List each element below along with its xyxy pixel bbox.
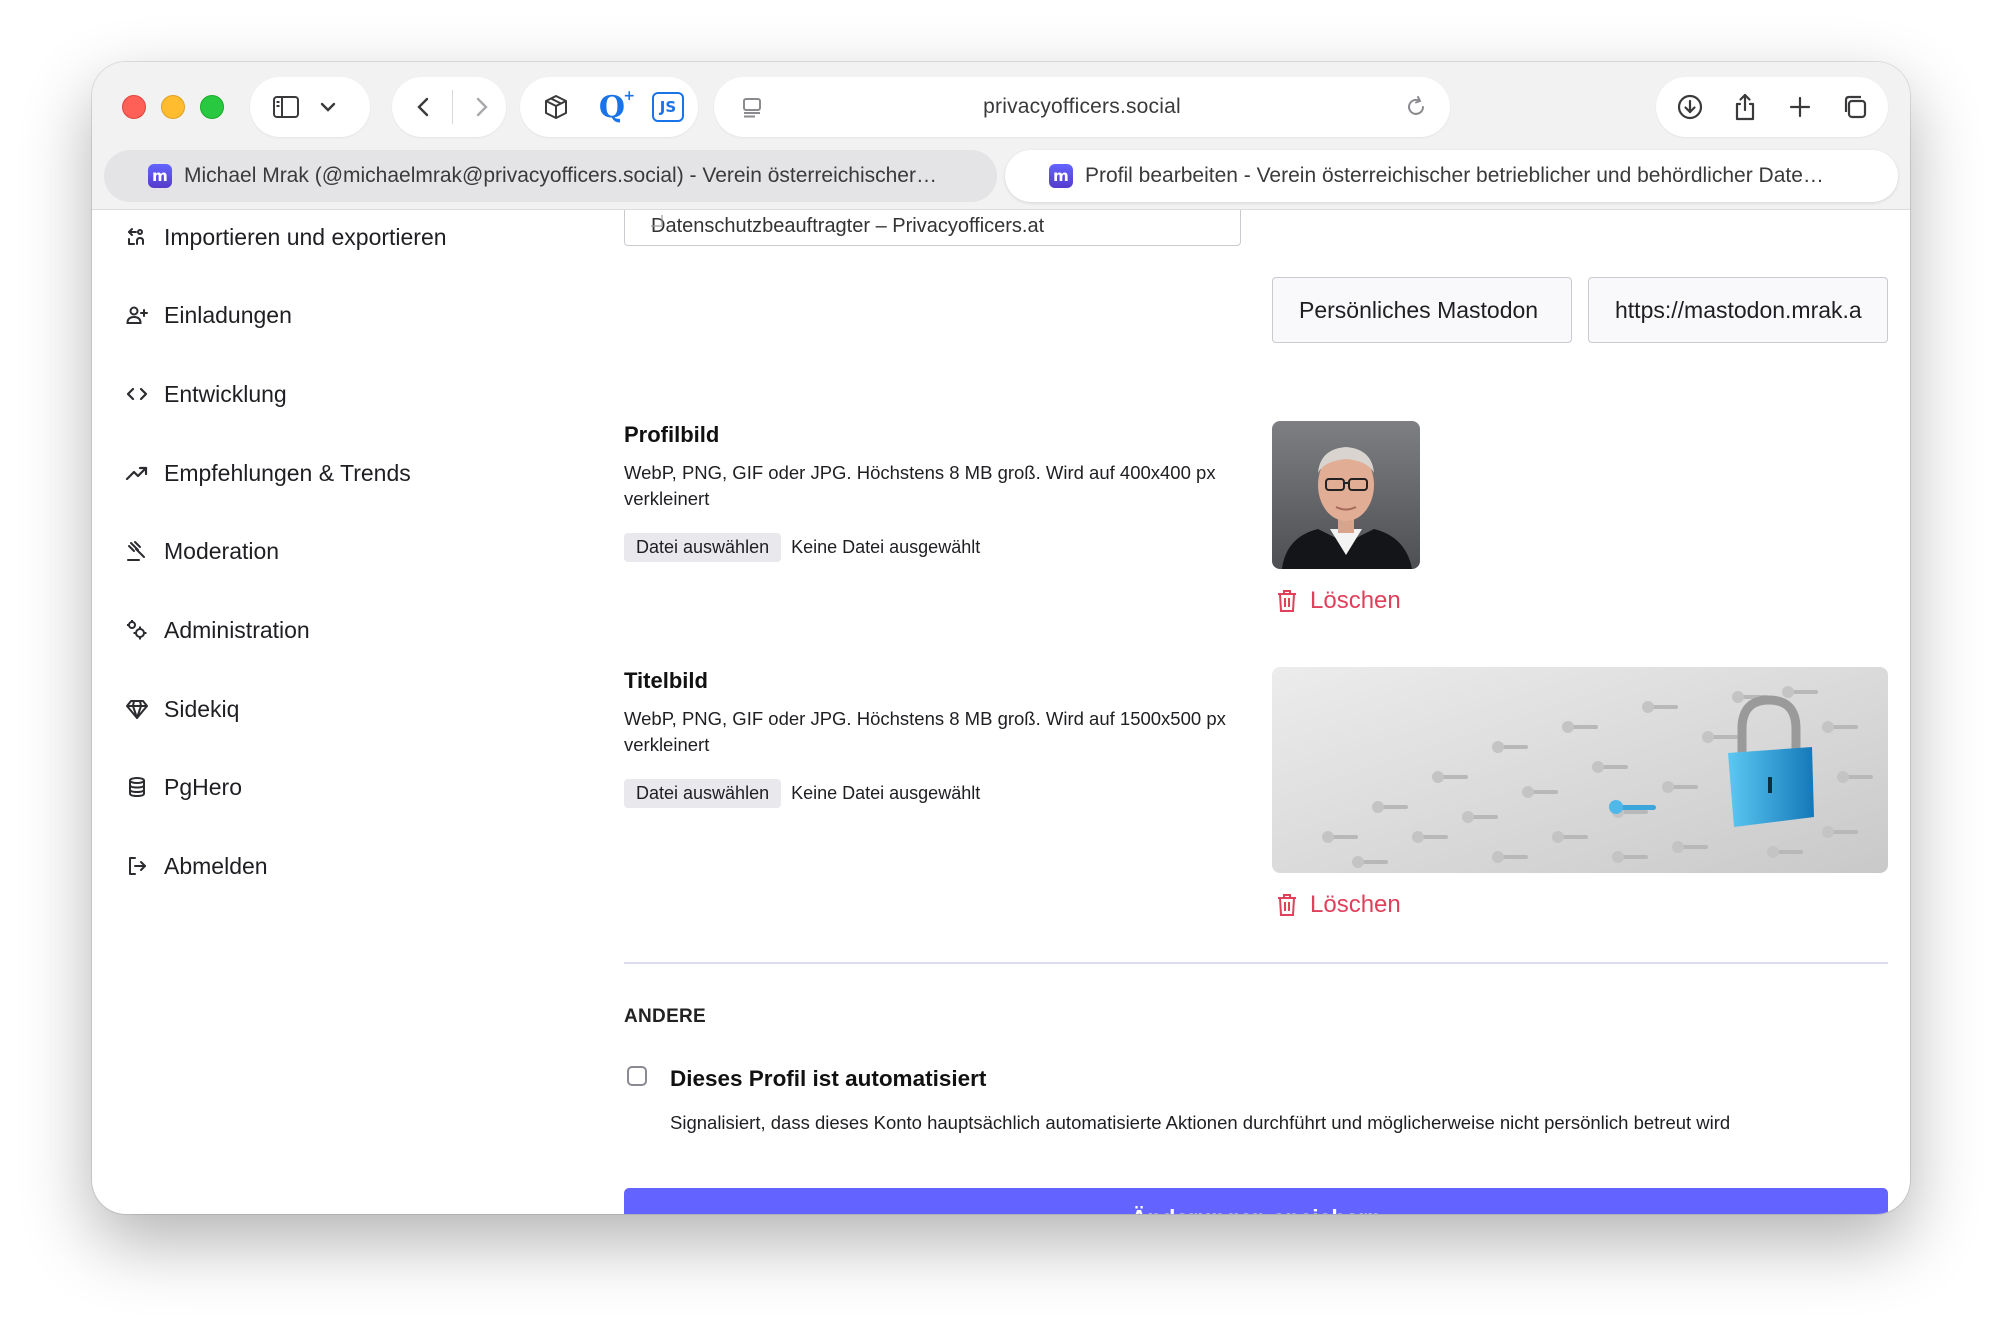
sidebar-item-invites[interactable]: Einladungen [120, 290, 292, 340]
avatar-section-title: Profilbild [624, 422, 720, 447]
header-section-title: Titelbild [624, 668, 708, 693]
tab-overview-icon[interactable] [1831, 83, 1879, 131]
sidebar-item-logout[interactable]: Abmelden [120, 841, 268, 891]
forward-icon[interactable] [457, 83, 505, 131]
mastodon-favicon-icon: m [1049, 164, 1073, 188]
minimize-window-button[interactable] [161, 95, 185, 119]
gears-icon [120, 613, 154, 647]
code-icon [120, 377, 154, 411]
download-icon[interactable] [1666, 83, 1714, 131]
avatar-file-status: Keine Datei ausgewählt [791, 537, 981, 557]
tab-title: Profil bearbeiten - Verein österreichisc… [1085, 164, 1824, 187]
js-extension-label: JS [652, 92, 684, 122]
header-file-status: Keine Datei ausgewählt [791, 783, 981, 803]
mastodon-favicon-icon: m [148, 164, 172, 188]
sidebar-item-moderation[interactable]: Moderation [120, 526, 279, 576]
sidebar-item-label: Einladungen [164, 301, 292, 328]
metadata-value-field[interactable]: https://mastodon.mrak.a [1588, 277, 1888, 343]
extensions-group: Q + JS [520, 77, 698, 137]
package-extension-icon[interactable] [532, 83, 580, 131]
logout-icon [120, 849, 154, 883]
browser-toolbar: Q + JS privacyofficers.social m Michael … [92, 62, 1910, 210]
avatar-delete-label: Löschen [1310, 587, 1401, 614]
window-controls [122, 95, 224, 119]
sidebar-item-label: Empfehlungen & Trends [164, 459, 411, 486]
q-extension-label: Q [598, 89, 626, 125]
diamond-icon [120, 692, 154, 726]
trash-icon [1278, 590, 1296, 612]
sidebar-item-development[interactable]: Entwicklung [120, 369, 287, 419]
bio-textarea[interactable]: Datenschutzbeauftragter – Privacyofficer… [624, 210, 1241, 246]
gavel-icon [120, 534, 154, 568]
sidebar-toggle-icon[interactable] [262, 83, 310, 131]
actions-group [1656, 77, 1888, 137]
save-changes-button[interactable]: Änderungen speichern [624, 1188, 1888, 1214]
resize-handle[interactable] [651, 215, 663, 227]
sidebar-item-label: PgHero [164, 773, 242, 800]
sidebar-item-pghero[interactable]: PgHero [120, 762, 242, 812]
zoom-window-button[interactable] [200, 95, 224, 119]
tab-title: Michael Mrak (@michaelmrak@privacyoffice… [184, 164, 937, 187]
page-content: Importieren und exportieren Einladungen … [92, 210, 1910, 1214]
metadata-label-field[interactable]: Persönliches Mastodon [1272, 277, 1572, 343]
close-window-button[interactable] [122, 95, 146, 119]
sidebar-item-label: Administration [164, 616, 310, 643]
header-choose-file-button[interactable]: Datei auswählen [624, 779, 782, 808]
bot-checkbox-label[interactable]: Dieses Profil ist automatisiert [670, 1066, 986, 1092]
reader-view-icon[interactable] [728, 83, 776, 131]
sidebar-item-import-export[interactable]: Importieren und exportieren [120, 212, 447, 262]
avatar-hint: WebP, PNG, GIF oder JPG. Höchstens 8 MB … [624, 462, 1216, 509]
sidebar-item-label: Entwicklung [164, 380, 287, 407]
share-icon[interactable] [1721, 83, 1769, 131]
chevron-down-icon[interactable] [310, 83, 346, 131]
header-image [1272, 667, 1888, 873]
other-section-title: ANDERE [624, 1006, 707, 1027]
section-divider [624, 962, 1888, 964]
avatar-choose-file-button[interactable]: Datei auswählen [624, 533, 782, 562]
tab-profile-view[interactable]: m Michael Mrak (@michaelmrak@privacyoffi… [104, 150, 997, 202]
database-icon [120, 770, 154, 804]
url-text[interactable]: privacyofficers.social [983, 95, 1181, 119]
sidebar-item-label: Abmelden [164, 852, 268, 879]
q-extension-icon[interactable]: Q + [588, 83, 636, 131]
nav-separator [452, 90, 453, 124]
sidebar-item-label: Sidekiq [164, 695, 240, 722]
sidebar-item-sidekiq[interactable]: Sidekiq [120, 684, 239, 734]
back-icon[interactable] [400, 83, 448, 131]
avatar-delete-button[interactable]: Löschen [1276, 587, 1401, 615]
sidebar-item-administration[interactable]: Administration [120, 605, 310, 655]
bot-checkbox[interactable] [627, 1066, 647, 1086]
trending-icon [120, 456, 154, 490]
address-bar[interactable]: privacyofficers.social [714, 77, 1450, 137]
header-delete-button[interactable]: Löschen [1276, 891, 1401, 919]
bio-text: Datenschutzbeauftragter – Privacyofficer… [651, 215, 1045, 237]
avatar-image [1272, 421, 1420, 569]
sidebar-item-label: Moderation [164, 537, 280, 564]
trash-icon [1278, 894, 1296, 916]
new-tab-icon[interactable] [1776, 83, 1824, 131]
navigation-group [392, 77, 506, 137]
sidebar-toggle-group [250, 77, 370, 137]
header-delete-label: Löschen [1310, 891, 1401, 918]
browser-window: Q + JS privacyofficers.social m Michael … [92, 62, 1910, 1214]
header-hint: WebP, PNG, GIF oder JPG. Höchstens 8 MB … [624, 708, 1226, 755]
header-file-input[interactable]: Datei auswählen Keine Datei ausgewählt [624, 779, 980, 808]
bot-checkbox-hint: Signalisiert, dass dieses Konto hauptsäc… [670, 1112, 1731, 1133]
js-extension-icon[interactable]: JS [644, 83, 692, 131]
import-export-icon [120, 220, 154, 254]
tab-profile-edit[interactable]: m Profil bearbeiten - Verein österreichi… [1005, 150, 1898, 202]
tab-bar: m Michael Mrak (@michaelmrak@privacyoffi… [104, 150, 1898, 206]
sidebar-item-label: Importieren und exportieren [164, 223, 447, 250]
avatar-file-input[interactable]: Datei auswählen Keine Datei ausgewählt [624, 533, 980, 562]
sidebar-item-trends[interactable]: Empfehlungen & Trends [120, 448, 411, 498]
person-add-icon [120, 298, 154, 332]
reload-icon[interactable] [1392, 83, 1440, 131]
